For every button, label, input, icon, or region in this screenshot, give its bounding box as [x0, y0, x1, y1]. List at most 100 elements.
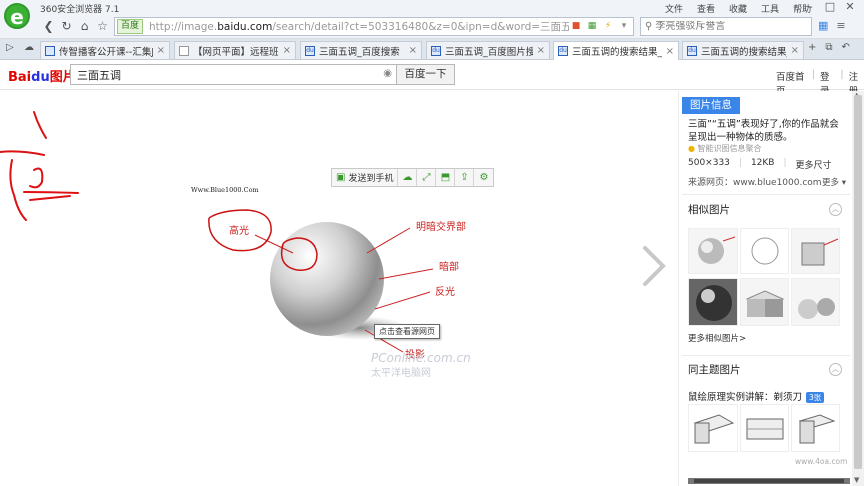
tab-5[interactable]: du 三面五调的搜索结果_百度图 × — [682, 41, 804, 59]
browser-search-input[interactable] — [655, 21, 806, 32]
logo-text-du: du — [31, 70, 50, 85]
url-rest: /search/detail?ct=503316480&z=0&ipn=d&wo… — [272, 21, 570, 33]
menu-view[interactable]: 查看 — [697, 2, 715, 15]
maximize-icon[interactable]: □ — [820, 0, 840, 15]
handwriting-annotation — [0, 111, 79, 221]
menu-icon[interactable]: ≡ — [836, 19, 845, 32]
menu-favorites[interactable]: 收藏 — [729, 2, 747, 15]
tab-list-icon[interactable]: ⧉ — [825, 42, 832, 53]
source-note: ● 智能识图信息聚合 — [688, 143, 762, 154]
baidu-header: Baidu图片 ◉ 百度一下 百度首页 | 登录 | 注册 — [0, 60, 864, 97]
topic-item[interactable]: 鼠绘原理实例讲解：剃须刀 3张 — [688, 389, 825, 403]
address-url[interactable]: http://image.baidu.com/search/detail?ct=… — [149, 19, 569, 34]
source-page-link[interactable]: 来源网页：www.blue1000.com — [688, 175, 822, 188]
baidu-icon: du — [558, 46, 568, 56]
tab-close-icon[interactable]: × — [409, 45, 417, 56]
camera-icon[interactable]: ◉ — [383, 68, 392, 79]
tab-1[interactable]: 【网页平面】远程班0708期 × — [174, 41, 296, 59]
cloud-save-icon[interactable]: ☁ — [398, 169, 418, 186]
fullscreen-icon[interactable]: ⤢ — [417, 169, 437, 186]
similar-thumb[interactable] — [740, 278, 789, 326]
menu-tools[interactable]: 工具 — [761, 2, 779, 15]
tab-close-icon[interactable]: × — [283, 45, 291, 56]
extension-icon[interactable]: ■ — [570, 20, 582, 32]
baidu-search-input[interactable] — [71, 65, 371, 84]
tab-2[interactable]: du 三面五调_百度搜索 × — [300, 41, 422, 59]
compat-icon[interactable]: ▦ — [586, 20, 598, 32]
tab-close-icon[interactable]: × — [791, 45, 799, 56]
star-icon[interactable]: ☆ — [94, 18, 111, 35]
baidu-logo[interactable]: Baidu图片 — [8, 66, 76, 85]
image-info-tag: 图片信息 — [682, 97, 740, 114]
phone-icon: ▣ — [336, 172, 346, 183]
collapse-icon[interactable]: ︿ — [829, 363, 842, 376]
baidu-search-button[interactable]: 百度一下 — [396, 64, 455, 85]
apps-icon[interactable]: ▦ — [818, 19, 828, 32]
main-image[interactable]: Www.Blue1000.Com 明暗交界部 暗部 反光 投影 高光 PConl… — [185, 180, 495, 390]
label-dark-part: 暗部 — [439, 260, 459, 273]
tab-tools: + ⧉ ↶ — [808, 42, 850, 53]
restore-tab-icon[interactable]: ↶ — [842, 42, 850, 53]
address-badge[interactable]: 百度 — [117, 19, 144, 34]
refresh-icon[interactable]: ↻ — [58, 18, 75, 35]
close-icon[interactable]: ✕ — [840, 0, 860, 15]
home-icon[interactable]: ⌂ — [76, 18, 93, 35]
tooltip-view-source: 点击查看源网页 — [374, 324, 440, 339]
bulb-icon: ● — [688, 144, 695, 153]
more-sizes-link[interactable]: 更多尺寸 — [796, 158, 832, 171]
divider: | — [738, 158, 742, 168]
topic-thumb[interactable] — [688, 404, 738, 452]
back-icon[interactable]: ❮ — [40, 18, 57, 35]
tab-4-active[interactable]: du 三面五调的搜索结果_百度图 × — [553, 41, 679, 60]
topic-thumb[interactable] — [791, 404, 840, 452]
similar-thumb[interactable] — [688, 228, 738, 274]
window-controls: – □ ✕ — [800, 0, 860, 15]
scroll-down-icon[interactable]: ▼ — [854, 476, 859, 484]
baidu-icon: du — [431, 45, 441, 56]
more-similar-link[interactable]: 更多相似图片> — [688, 332, 746, 344]
topic-thumb[interactable] — [740, 404, 789, 452]
baidu-search-box[interactable]: ◉ — [70, 64, 396, 85]
tab-close-icon[interactable]: × — [537, 45, 545, 56]
dropdown-icon[interactable]: ▾ — [618, 20, 630, 32]
label-reflected-light: 反光 — [435, 285, 455, 298]
download-icon[interactable]: ⬒ — [436, 169, 456, 186]
settings-icon[interactable]: ⚙ — [474, 169, 493, 186]
baidu-icon: du — [687, 45, 697, 56]
scrollbar[interactable]: ▲ ▼ — [852, 91, 864, 486]
cloud-icon[interactable]: ☁ — [24, 42, 34, 53]
image-filesize: 12KB — [750, 158, 775, 168]
more-label: 更多 — [822, 178, 840, 188]
minimize-icon[interactable]: – — [800, 0, 820, 15]
menu-file[interactable]: 文件 — [665, 2, 683, 15]
send-to-phone-button[interactable]: ▣ 发送到手机 — [332, 169, 399, 186]
logo-text-bai: Bai — [8, 70, 32, 85]
similar-thumb[interactable] — [791, 278, 840, 326]
tab-0[interactable]: 传智播客公开课--汇集Java、 × — [40, 41, 170, 59]
sidebar-toggle-icon[interactable]: ▷ — [6, 42, 14, 53]
topic-count-badge: 3张 — [806, 392, 825, 403]
new-tab-icon[interactable]: + — [808, 42, 816, 53]
image-description[interactable]: 三面”“五调”表现好了,你的作品就会呈现出一种物体的质感。 — [688, 118, 848, 144]
scrollbar-thumb[interactable] — [854, 95, 862, 469]
share-icon[interactable]: ⇪ — [455, 169, 475, 186]
similar-thumb[interactable] — [740, 228, 789, 274]
similar-thumb[interactable] — [688, 278, 738, 326]
url-domain: baidu.com — [217, 21, 273, 33]
tab-close-icon[interactable]: × — [666, 46, 674, 57]
tab-bar: ▷ ☁ 传智播客公开课--汇集Java、 × 【网页平面】远程班0708期 × … — [0, 39, 864, 60]
browser-search[interactable]: ⚲ — [640, 17, 812, 36]
site-watermark: www.4oa.com — [795, 457, 848, 466]
tab-close-icon[interactable]: × — [157, 45, 165, 56]
tab-label: 三面五调的搜索结果_百度图 — [701, 46, 787, 58]
browser-logo[interactable]: e — [4, 3, 30, 29]
collapse-icon[interactable]: ︿ — [829, 203, 842, 216]
next-image-arrow-icon[interactable] — [639, 244, 669, 288]
tab-3[interactable]: du 三面五调_百度图片搜索 × — [426, 41, 550, 59]
address-bar[interactable]: 百度 http://image.baidu.com/search/detail?… — [114, 17, 634, 36]
label-highlight: 高光 — [229, 224, 249, 237]
divider — [682, 355, 850, 356]
similar-thumb[interactable] — [791, 228, 840, 274]
lightning-icon[interactable]: ⚡ — [602, 20, 614, 32]
more-link[interactable]: 更多 ▾ — [822, 176, 846, 188]
